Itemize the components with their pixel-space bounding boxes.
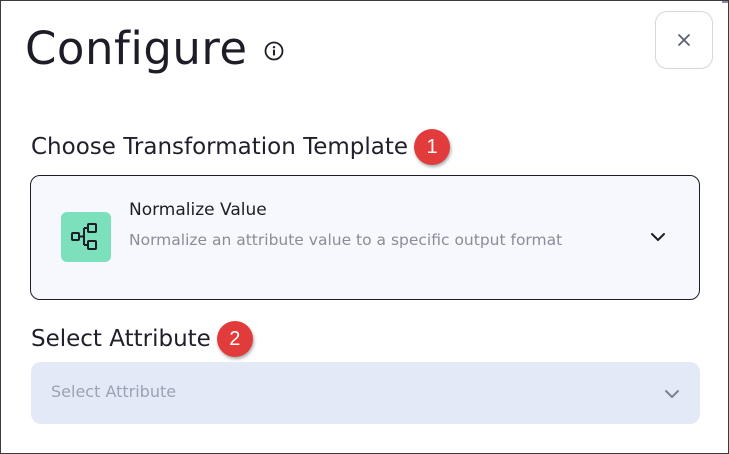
template-name: Normalize Value <box>129 200 267 220</box>
configure-dialog: Configure Choose Transformation Template… <box>0 0 729 454</box>
attribute-dropdown[interactable]: Select Attribute <box>31 362 700 424</box>
window-corner-mark <box>722 1 728 3</box>
template-section-label: Choose Transformation Template 1 <box>31 129 451 165</box>
dialog-header: Configure <box>25 19 284 79</box>
flow-tree-icon <box>61 212 111 262</box>
template-dropdown[interactable]: Normalize Value Normalize an attribute v… <box>30 175 700 300</box>
close-icon <box>678 34 690 46</box>
step-badge-1: 1 <box>414 129 451 165</box>
attribute-label-text: Select Attribute <box>31 326 211 352</box>
info-icon[interactable] <box>264 41 284 61</box>
close-button[interactable] <box>655 11 713 69</box>
attribute-section-label: Select Attribute 2 <box>31 321 253 357</box>
chevron-down-icon <box>665 390 679 398</box>
template-description: Normalize an attribute value to a specif… <box>129 231 563 249</box>
dialog-title: Configure <box>25 22 248 75</box>
step-badge-2: 2 <box>216 321 253 357</box>
attribute-placeholder: Select Attribute <box>51 382 177 401</box>
template-label-text: Choose Transformation Template <box>31 134 409 160</box>
chevron-down-icon <box>651 233 665 241</box>
